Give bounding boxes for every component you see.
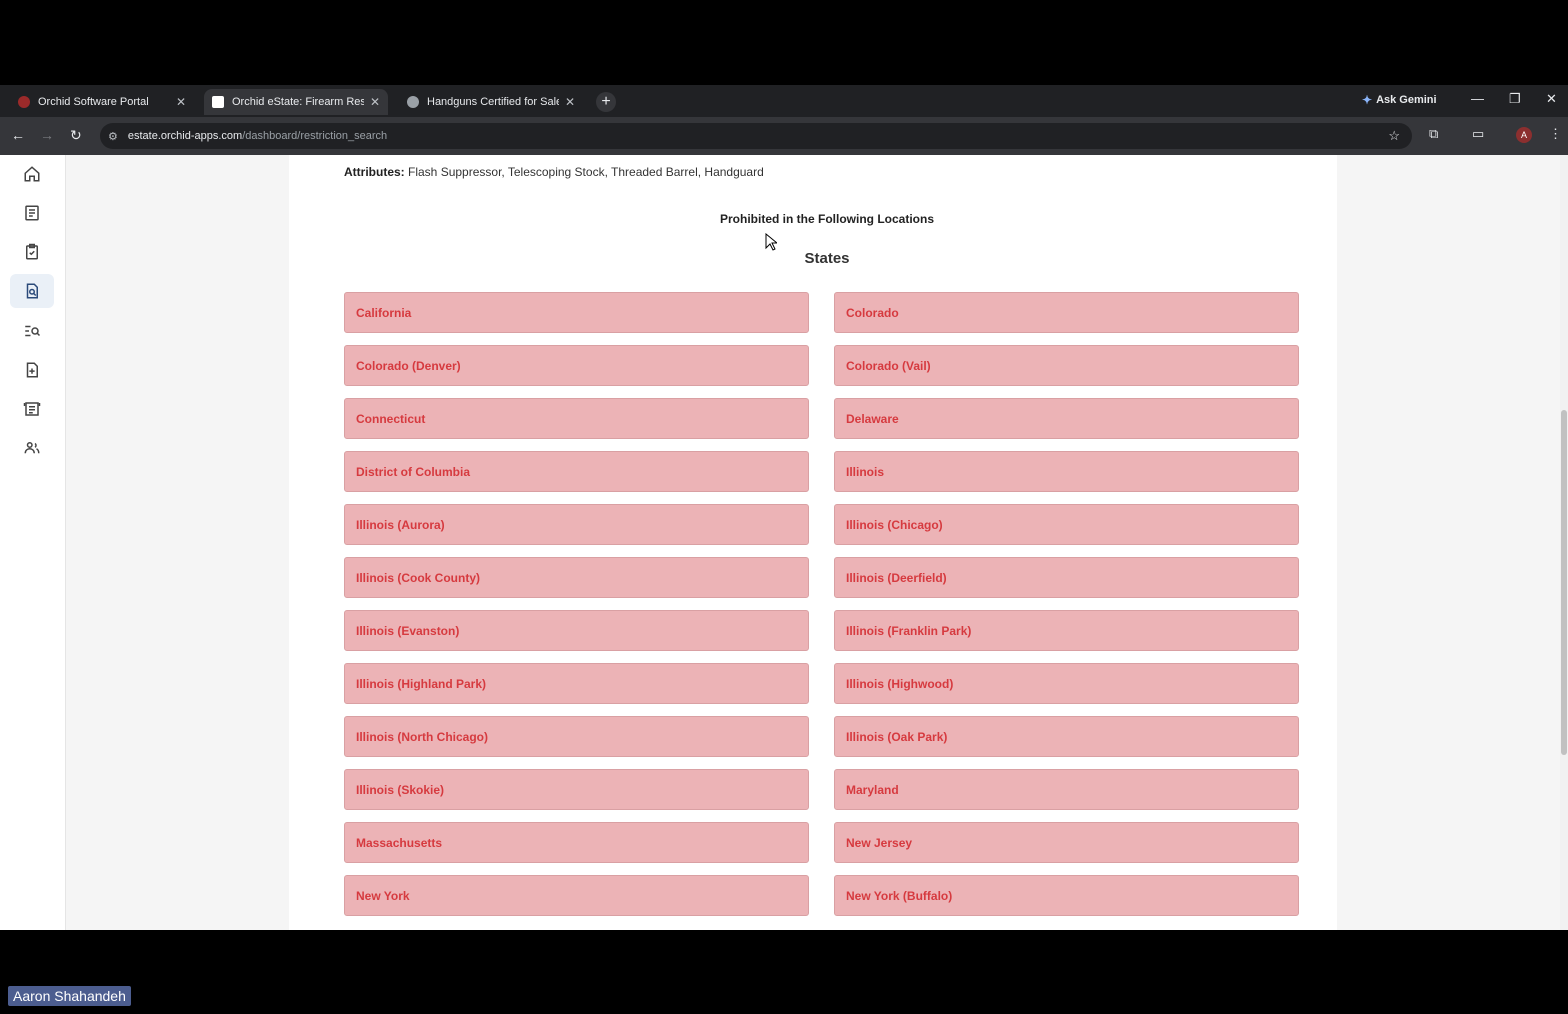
document-search-icon — [26, 283, 38, 299]
close-tab-icon[interactable]: ✕ — [176, 95, 186, 109]
sidebar-list-search[interactable] — [10, 314, 54, 348]
home-icon — [24, 166, 40, 182]
location-item: Connecticut — [344, 398, 809, 439]
sidebar-users[interactable] — [10, 431, 54, 465]
gemini-sparkle-icon: ✦ — [1362, 93, 1373, 107]
location-item: Maryland — [834, 769, 1299, 810]
tab-orchid-portal[interactable]: Orchid Software Portal ✕ — [10, 89, 194, 115]
sidebar-checklist[interactable] — [10, 235, 54, 269]
new-tab-button[interactable]: + — [596, 92, 616, 112]
ask-gemini-button[interactable]: ✦ Ask Gemini — [1362, 93, 1437, 107]
users-icon — [24, 442, 40, 454]
location-item: Colorado (Denver) — [344, 345, 809, 386]
estate-favicon-icon — [212, 96, 224, 108]
url-host: estate.orchid-apps.com — [127, 130, 243, 142]
address-toolbar: ← → ↻ ⚙ estate.orchid-apps.com /dashboar… — [0, 117, 1568, 155]
sidebar-reports[interactable] — [10, 392, 54, 426]
location-item: Illinois (Oak Park) — [834, 716, 1299, 757]
location-item: California — [344, 292, 809, 333]
location-item: Colorado — [834, 292, 1299, 333]
browser-window: Orchid Software Portal ✕ Orchid eState: … — [0, 85, 1568, 930]
back-arrow-icon[interactable]: ← — [11, 127, 25, 143]
page-viewport: Attributes: Flash Suppressor, Telescopin… — [0, 155, 1568, 930]
locations-grid: California Colorado Colorado (Denver) Color… — [344, 292, 1299, 916]
sidebar-documents[interactable] — [10, 196, 54, 230]
location-item: Colorado (Vail) — [834, 345, 1299, 386]
location-item: Illinois (Chicago) — [834, 504, 1299, 545]
tab-title: Orchid Software Portal — [38, 96, 149, 108]
location-item: Illinois (Aurora) — [344, 504, 809, 545]
site-info-icon[interactable]: ⚙ — [108, 130, 118, 143]
bookmark-star-icon[interactable]: ☆ — [1388, 128, 1400, 144]
minimize-icon[interactable]: — — [1471, 91, 1484, 106]
scrollbar-thumb[interactable] — [1561, 410, 1567, 755]
tab-estate-restriction[interactable]: Orchid eState: Firearm Restrictio ✕ — [204, 89, 388, 115]
file-add-icon — [26, 362, 38, 378]
prohibited-heading: Prohibited in the Following Locations — [720, 212, 934, 226]
location-item: Illinois (Franklin Park) — [834, 610, 1299, 651]
sidebar-new-file[interactable] — [10, 353, 54, 387]
tab-handguns-certified[interactable]: Handguns Certified for Sale | St ✕ — [399, 89, 583, 115]
location-item: Delaware — [834, 398, 1299, 439]
location-item: Illinois (Evanston) — [344, 610, 809, 651]
location-item: New York — [344, 875, 809, 916]
location-item: Illinois (North Chicago) — [344, 716, 809, 757]
sidebar-home[interactable] — [10, 157, 54, 191]
ask-gemini-label: Ask Gemini — [1376, 94, 1437, 106]
close-tab-icon[interactable]: ✕ — [565, 95, 575, 109]
location-item: Illinois (Highland Park) — [344, 663, 809, 704]
tab-title: Orchid eState: Firearm Restrictio — [232, 96, 364, 108]
list-search-icon — [25, 325, 41, 337]
clipboard-check-icon — [26, 243, 38, 260]
restriction-result-card: Attributes: Flash Suppressor, Telescopin… — [289, 155, 1337, 930]
location-item: District of Columbia — [344, 451, 809, 492]
sidebar-restriction-search[interactable] — [10, 274, 54, 308]
forward-arrow-icon[interactable]: → — [40, 127, 54, 143]
globe-favicon-icon — [407, 96, 419, 108]
location-item: Illinois (Cook County) — [344, 557, 809, 598]
mouse-cursor-icon — [765, 233, 777, 251]
location-item: New York (Buffalo) — [834, 875, 1299, 916]
location-item: Illinois — [834, 451, 1299, 492]
profile-avatar[interactable]: A — [1516, 127, 1532, 143]
location-item: Illinois (Deerfield) — [834, 557, 1299, 598]
close-window-icon[interactable]: ✕ — [1546, 91, 1557, 107]
attributes-value: Flash Suppressor, Telescoping Stock, Thr… — [408, 165, 764, 179]
tab-title: Handguns Certified for Sale | St — [427, 96, 559, 108]
tab-strip: Orchid Software Portal ✕ Orchid eState: … — [0, 85, 1568, 117]
url-path: /dashboard/restriction_search — [242, 130, 388, 142]
states-heading: States — [804, 250, 850, 267]
browser-menu-icon[interactable]: ⋮ — [1549, 126, 1562, 142]
document-list-icon — [25, 205, 39, 221]
presenter-name-badge: Aaron Shahandeh — [8, 986, 131, 1006]
page-scrollbar[interactable] — [1560, 155, 1568, 930]
close-tab-icon[interactable]: ✕ — [370, 95, 380, 109]
attributes-label: Attributes: — [344, 165, 405, 179]
location-item: Massachusetts — [344, 822, 809, 863]
restore-icon[interactable]: ❐ — [1509, 91, 1521, 107]
extensions-icon[interactable]: ⧉ — [1429, 126, 1438, 142]
reload-icon[interactable]: ↻ — [70, 127, 82, 144]
location-item: Illinois (Highwood) — [834, 663, 1299, 704]
attributes-line: Attributes: Flash Suppressor, Telescopin… — [344, 165, 764, 179]
orchid-favicon-icon — [18, 96, 30, 108]
location-item: New Jersey — [834, 822, 1299, 863]
report-icon — [23, 402, 41, 416]
app-sidebar — [0, 155, 66, 930]
location-item: Illinois (Skokie) — [344, 769, 809, 810]
side-panel-icon[interactable]: ▭ — [1472, 126, 1484, 142]
address-bar[interactable]: ⚙ estate.orchid-apps.com /dashboard/rest… — [100, 123, 1412, 149]
